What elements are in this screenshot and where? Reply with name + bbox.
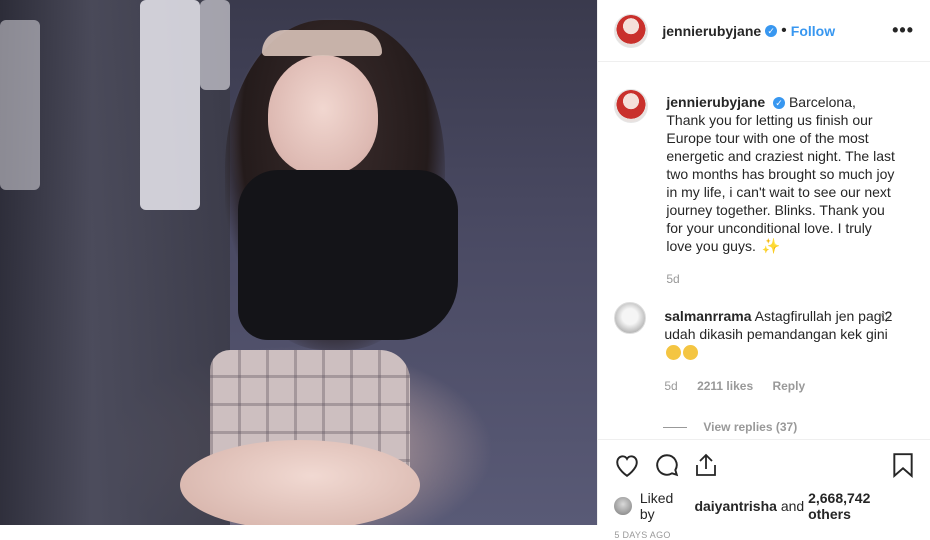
person-top (238, 170, 458, 340)
hanging-jacket (140, 0, 200, 210)
likes-count[interactable]: 2,668,742 others (808, 490, 914, 522)
caption-text: Barcelona, Thank you for letting us fini… (666, 94, 895, 254)
liker-avatar[interactable] (614, 497, 632, 515)
like-heart-icon[interactable] (614, 453, 640, 477)
comment-username[interactable]: salmanrrama (664, 308, 751, 324)
caption-username[interactable]: jennierubyjane (666, 94, 765, 110)
instagram-post: jennierubyjane ✓ • Follow ••• jennieruby… (0, 0, 930, 540)
view-replies-label: View replies (37) (703, 420, 798, 435)
share-icon[interactable] (694, 452, 718, 478)
follow-button[interactable]: Follow (791, 23, 835, 39)
view-replies-link[interactable]: View replies (37) (663, 420, 914, 434)
comment-bubble-icon[interactable] (654, 452, 680, 478)
commenter-avatar[interactable] (614, 302, 647, 335)
post-photo[interactable] (0, 0, 598, 525)
post-actions: Liked by daiyantrisha and 2,668,742 othe… (598, 439, 930, 540)
liked-by-prefix: Liked by (639, 490, 674, 522)
hanging-shirt (200, 0, 230, 90)
sparkle-emoji-icon: ✨ (761, 238, 781, 256)
author-username[interactable]: jennierubyjane (662, 23, 761, 39)
grin-emoji-icon (683, 345, 699, 361)
person-face (268, 55, 378, 175)
author-avatar[interactable] (614, 13, 649, 48)
comment-like-heart-icon[interactable]: ♡ (880, 310, 892, 326)
reply-button[interactable]: Reply (772, 379, 805, 393)
post-timestamp: 5 DAYS AGO (614, 530, 671, 540)
caption-avatar[interactable] (614, 89, 649, 123)
hanging-dress (0, 20, 40, 190)
person-headband (262, 30, 382, 56)
comments-section: jennierubyjane ✓ Barcelona, Thank you fo… (598, 78, 930, 434)
post-sidebar: jennierubyjane ✓ • Follow ••• jennieruby… (597, 0, 930, 540)
person-legs (180, 440, 420, 525)
liked-by-joiner: and (780, 498, 805, 514)
caption: jennierubyjane ✓ Barcelona, Thank you fo… (614, 78, 914, 288)
bookmark-icon[interactable] (892, 452, 914, 478)
comment-age[interactable]: 5d (664, 379, 677, 393)
verified-badge-icon: ✓ (773, 97, 786, 110)
separator-dot: • (781, 21, 787, 39)
liker-username[interactable]: daiyantrisha (694, 498, 776, 514)
more-options-icon[interactable]: ••• (892, 20, 914, 41)
comment-likes[interactable]: 2211 likes (697, 379, 753, 393)
caption-age[interactable]: 5d (666, 272, 679, 286)
verified-badge-icon: ✓ (765, 24, 778, 37)
likes-summary: Liked by daiyantrisha and 2,668,742 othe… (614, 490, 914, 522)
comment-item: salmanrrama Astagfirullah jen pagi2 udah… (614, 302, 914, 395)
grin-emoji-icon (666, 345, 682, 361)
replies-divider-line (663, 426, 688, 428)
post-header: jennierubyjane ✓ • Follow ••• (598, 0, 930, 62)
